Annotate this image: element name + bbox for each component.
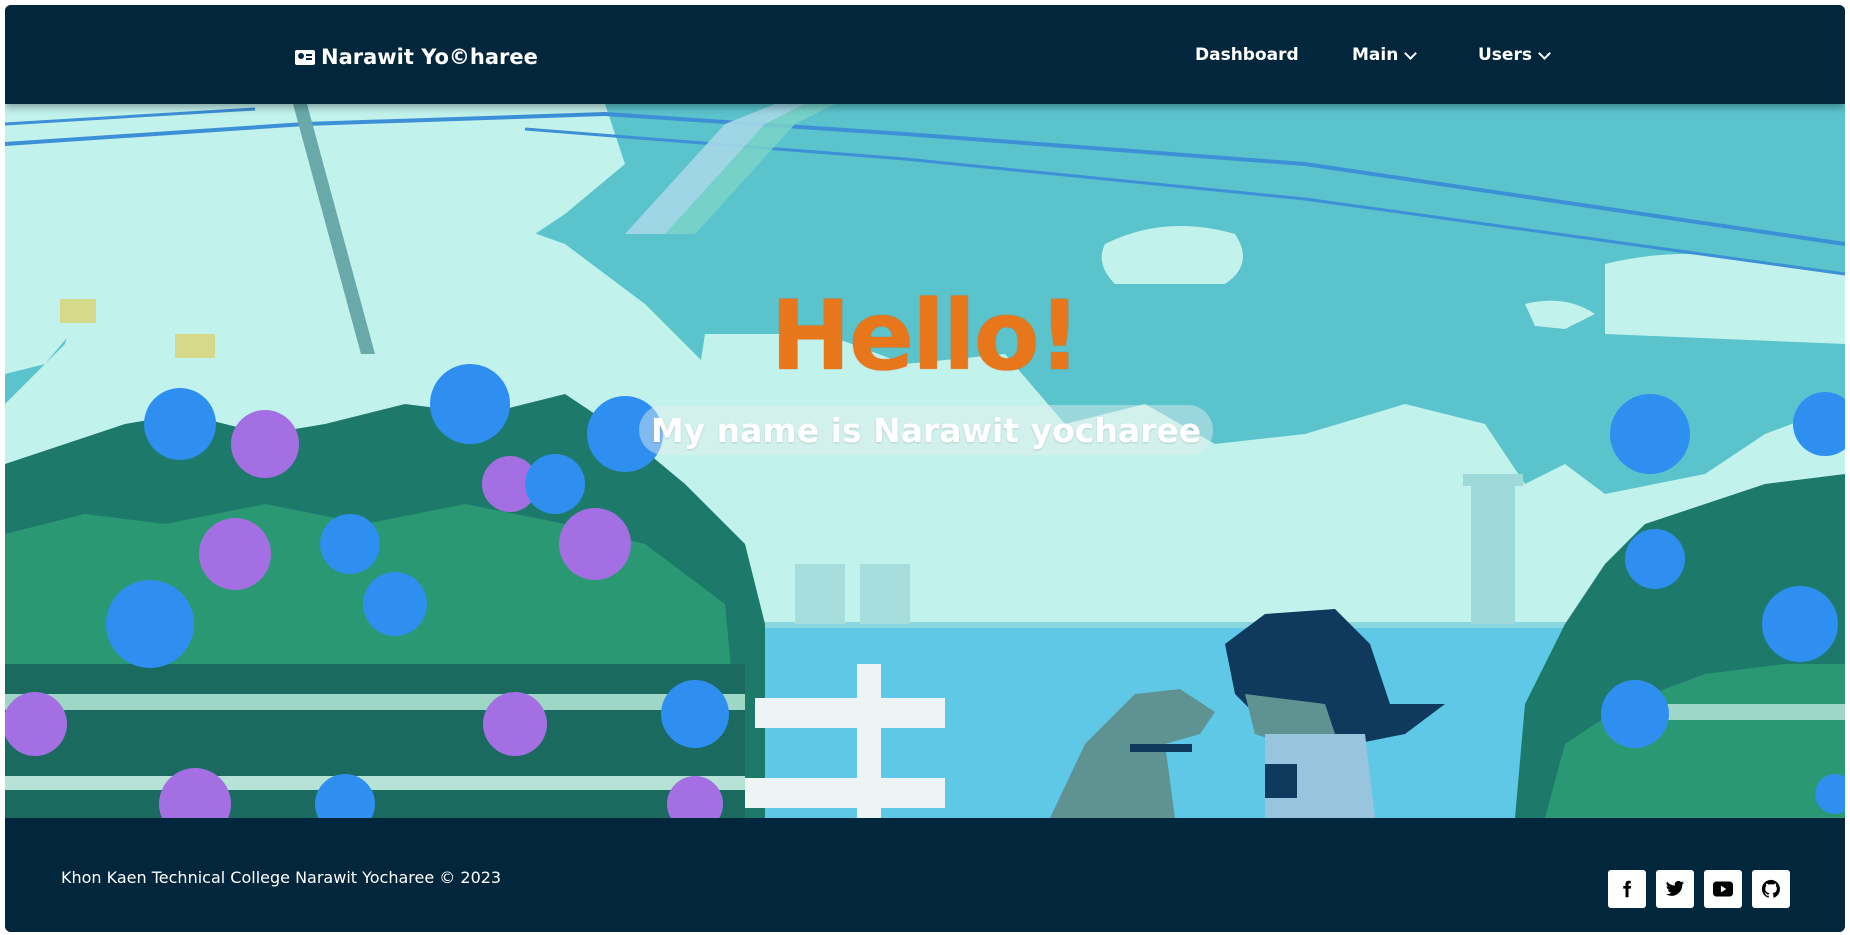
nav-users-label: Users bbox=[1478, 45, 1532, 65]
hero-title: Hello! bbox=[770, 280, 1082, 392]
twitter-button[interactable] bbox=[1656, 870, 1694, 908]
facebook-icon bbox=[1623, 880, 1632, 898]
footer-copyright: Khon Kaen Technical College Narawit Yoch… bbox=[61, 868, 502, 887]
hero-subtitle: My name is Narawit yocharee bbox=[650, 410, 1202, 450]
github-icon bbox=[1761, 879, 1780, 898]
hero-subtitle-pill: My name is Narawit yocharee bbox=[639, 405, 1213, 455]
chevron-down-icon bbox=[1538, 46, 1551, 60]
youtube-icon bbox=[1713, 881, 1733, 897]
nav-main-label: Main bbox=[1352, 45, 1399, 65]
pixel-art-background bbox=[5, 104, 1845, 818]
chevron-down-icon bbox=[1404, 46, 1418, 60]
facebook-button[interactable] bbox=[1608, 870, 1646, 908]
navbar: Narawit Yo©haree Dashboard Main Users bbox=[5, 5, 1845, 104]
id-card-icon bbox=[295, 49, 315, 65]
nav-users-dropdown[interactable]: Users bbox=[1478, 45, 1551, 65]
youtube-button[interactable] bbox=[1704, 870, 1742, 908]
brand-name: Narawit Yo©haree bbox=[321, 45, 538, 69]
nav-dashboard[interactable]: Dashboard bbox=[1195, 45, 1299, 65]
github-button[interactable] bbox=[1752, 870, 1790, 908]
footer: Khon Kaen Technical College Narawit Yoch… bbox=[5, 818, 1845, 932]
twitter-icon bbox=[1665, 880, 1685, 896]
nav-main-dropdown[interactable]: Main bbox=[1352, 45, 1418, 65]
hero-banner: Hello! My name is Narawit yocharee bbox=[5, 104, 1845, 818]
nav-dashboard-label: Dashboard bbox=[1195, 45, 1299, 65]
page-frame: Narawit Yo©haree Dashboard Main Users He… bbox=[5, 5, 1845, 932]
brand-link[interactable]: Narawit Yo©haree bbox=[295, 45, 538, 69]
